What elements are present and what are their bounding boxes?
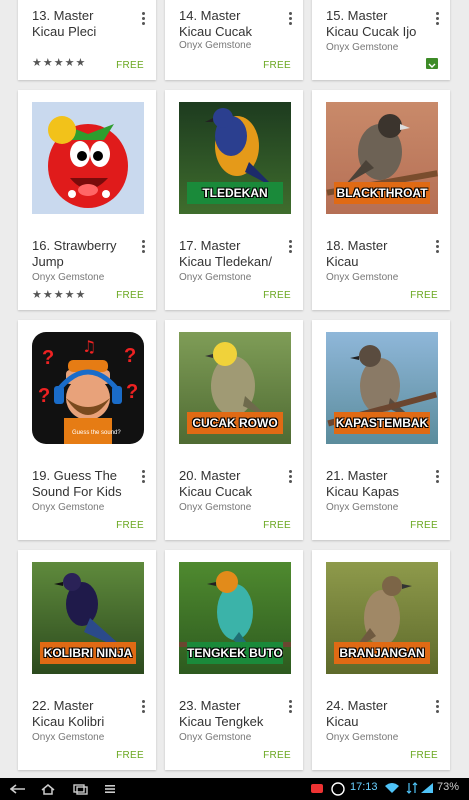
app-card[interactable]: TLEDEKAN 17. Master Kicau Tledekan/ Onyx … (165, 90, 303, 310)
menu-icon[interactable] (104, 783, 116, 795)
app-icon[interactable]: BLACKTHROAT (326, 102, 438, 214)
overflow-menu-icon[interactable] (436, 470, 440, 484)
app-banner: CUCAK ROWO (187, 412, 283, 434)
svg-text:?: ? (124, 345, 136, 367)
app-card[interactable]: BLACKTHROAT 18. Master Kicau Onyx Gemston… (312, 90, 450, 310)
price-label: FREE (410, 520, 438, 531)
price-label: FREE (410, 290, 438, 301)
app-title: 20. Master Kicau Cucak (179, 468, 252, 499)
app-banner: BLACKTHROAT (334, 182, 430, 204)
price-label: FREE (116, 290, 144, 301)
price-label: FREE (263, 290, 291, 301)
app-card[interactable]: 13. Master Kicau Pleci ★★★★★ FREE (18, 0, 156, 80)
app-title: 17. Master Kicau Tledekan/ (179, 238, 272, 269)
developer-name: Onyx Gemstone (179, 272, 252, 283)
overflow-menu-icon[interactable] (289, 470, 293, 484)
developer-name: Onyx Gemstone (179, 732, 252, 743)
developer-name: Onyx Gemstone (326, 42, 399, 53)
app-icon[interactable]: TLEDEKAN (179, 102, 291, 214)
overflow-menu-icon[interactable] (289, 700, 293, 714)
guess-sound-character-icon: ? ? ? ? ♫ Guess the sound? (38, 337, 138, 444)
developer-name: Onyx Gemstone (326, 272, 399, 283)
app-title: 13. Master Kicau Pleci (32, 8, 97, 39)
overflow-menu-icon[interactable] (289, 240, 293, 254)
strawberry-character-icon (48, 116, 128, 208)
app-title: 19. Guess The Sound For Kids (32, 468, 122, 499)
overflow-menu-icon[interactable] (436, 12, 440, 26)
app-title: 18. Master Kicau (326, 238, 388, 269)
app-card[interactable]: TENGKEK BUTO 23. Master Kicau Tengkek Ony… (165, 550, 303, 770)
overflow-menu-icon[interactable] (142, 700, 146, 714)
developer-name: Onyx Gemstone (326, 732, 399, 743)
app-icon[interactable]: TENGKEK BUTO (179, 562, 291, 674)
price-label: FREE (263, 60, 291, 71)
price-label: FREE (116, 520, 144, 531)
developer-name: Onyx Gemstone (179, 502, 252, 513)
app-title: 14. Master Kicau Cucak (179, 8, 252, 39)
notification-icon (311, 784, 323, 793)
home-icon[interactable] (40, 783, 56, 795)
app-icon[interactable]: BRANJANGAN (326, 562, 438, 674)
overflow-menu-icon[interactable] (142, 12, 146, 26)
system-bar: 17:13 73% (0, 778, 469, 800)
price-label: FREE (116, 60, 144, 71)
svg-text:?: ? (38, 385, 50, 407)
svg-text:?: ? (42, 347, 54, 369)
app-banner: KAPASTEMBAK (334, 412, 430, 434)
price-label: FREE (263, 520, 291, 531)
overflow-menu-icon[interactable] (436, 240, 440, 254)
app-card[interactable]: KOLIBRI NINJA 22. Master Kicau Kolibri On… (18, 550, 156, 770)
price-label: FREE (116, 750, 144, 761)
app-card[interactable]: CUCAK ROWO 20. Master Kicau Cucak Onyx Ge… (165, 320, 303, 540)
price-label: FREE (263, 750, 291, 761)
app-title: 16. Strawberry Jump (32, 238, 117, 269)
app-icon[interactable]: CUCAK ROWO (179, 332, 291, 444)
installed-bag-icon (426, 58, 438, 69)
developer-name: Onyx Gemstone (32, 732, 105, 743)
developer-name: Onyx Gemstone (179, 40, 252, 51)
app-title: 21. Master Kicau Kapas (326, 468, 399, 499)
app-card[interactable]: KAPASTEMBAK 21. Master Kicau Kapas Onyx G… (312, 320, 450, 540)
overflow-menu-icon[interactable] (436, 700, 440, 714)
clock: 17:13 (350, 781, 378, 793)
svg-text:♫: ♫ (82, 337, 96, 356)
app-banner: BRANJANGAN (334, 642, 430, 664)
app-banner: TENGKEK BUTO (187, 642, 283, 664)
back-icon[interactable] (10, 783, 26, 795)
app-card[interactable]: BRANJANGAN 24. Master Kicau Onyx Gemstone… (312, 550, 450, 770)
price-label: FREE (410, 750, 438, 761)
app-title: 15. Master Kicau Cucak Ijo (326, 8, 417, 39)
developer-name: Onyx Gemstone (326, 502, 399, 513)
app-card[interactable]: ? ? ? ? ♫ Guess the sound? 19. Guess The… (18, 320, 156, 540)
battery-level: 73% (437, 781, 460, 793)
svg-text:?: ? (126, 381, 138, 403)
wifi-icon (385, 783, 399, 793)
app-card[interactable]: 14. Master Kicau Cucak Onyx Gemstone FREE (165, 0, 303, 80)
app-icon[interactable] (32, 102, 144, 214)
app-card[interactable]: 16. Strawberry Jump Onyx Gemstone ★★★★★ F… (18, 90, 156, 310)
signal-icon (421, 783, 433, 793)
app-banner: TLEDEKAN (187, 182, 283, 204)
app-title: 24. Master Kicau (326, 698, 388, 729)
guess-logo-text: Guess the sound? (72, 430, 121, 436)
app-icon[interactable]: KAPASTEMBAK (326, 332, 438, 444)
rating-stars: ★★★★★ (32, 57, 87, 69)
app-title: 22. Master Kicau Kolibri (32, 698, 105, 729)
overflow-menu-icon[interactable] (142, 240, 146, 254)
whatsapp-icon (331, 782, 345, 796)
data-transfer-icon (406, 782, 418, 794)
overflow-menu-icon[interactable] (289, 12, 293, 26)
recent-apps-icon[interactable] (72, 783, 88, 795)
app-card[interactable]: 15. Master Kicau Cucak Ijo Onyx Gemstone (312, 0, 450, 80)
app-title: 23. Master Kicau Tengkek (179, 698, 264, 729)
developer-name: Onyx Gemstone (32, 502, 105, 513)
rating-stars: ★★★★★ (32, 289, 87, 301)
app-banner: KOLIBRI NINJA (40, 642, 136, 664)
app-icon[interactable]: KOLIBRI NINJA (32, 562, 144, 674)
app-icon[interactable]: ? ? ? ? ♫ Guess the sound? (32, 332, 144, 444)
overflow-menu-icon[interactable] (142, 470, 146, 484)
developer-name: Onyx Gemstone (32, 272, 105, 283)
